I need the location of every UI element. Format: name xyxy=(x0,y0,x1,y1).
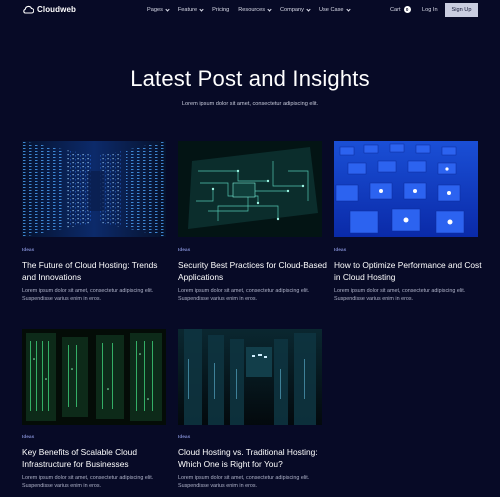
menu-item-resources[interactable]: Resources xyxy=(238,6,272,13)
chevron-down-icon xyxy=(267,6,272,12)
login-link[interactable]: Log In xyxy=(422,7,438,13)
post-category: Ideas xyxy=(334,248,347,253)
post-category: Ideas xyxy=(178,435,191,440)
menu-item-feature[interactable]: Feature xyxy=(177,6,204,13)
menu-item-label: Feature xyxy=(177,7,198,13)
post-card[interactable]: Ideas How to Optimize Performance and Co… xyxy=(334,141,482,306)
post-image-circuit-board xyxy=(178,141,322,237)
post-card[interactable]: Ideas Key Benefits of Scalable Cloud Inf… xyxy=(22,329,166,497)
post-category: Ideas xyxy=(22,248,35,253)
menu-item-company[interactable]: Company xyxy=(280,6,311,13)
chevron-down-icon xyxy=(345,6,351,12)
post-image-server-racks xyxy=(22,141,166,237)
brand-logo[interactable]: Cloudweb xyxy=(22,5,76,14)
chevron-down-icon xyxy=(306,6,311,12)
post-image-data-center xyxy=(178,329,322,425)
menu-item-label: Pricing xyxy=(212,7,230,13)
cart-count-badge: 0 xyxy=(403,6,411,13)
menu-item-pages[interactable]: Pages xyxy=(147,6,170,13)
chevron-down-icon xyxy=(199,6,204,12)
post-category: Ideas xyxy=(22,435,35,440)
post-card[interactable]: Ideas Cloud Hosting vs. Traditional Host… xyxy=(178,329,322,497)
post-title[interactable]: Key Benefits of Scalable Cloud Infrastru… xyxy=(22,446,172,470)
chevron-down-icon xyxy=(165,6,170,12)
menu-item-label: Use Case xyxy=(318,7,344,13)
top-navigation: Cloudweb Pages Feature Pricing Resources… xyxy=(0,0,500,22)
main-menu: Pages Feature Pricing Resources Company … xyxy=(147,6,359,13)
menu-item-pricing[interactable]: Pricing xyxy=(212,7,229,13)
brand-name: Cloudweb xyxy=(37,5,77,14)
page-title: Latest Post and Insights xyxy=(130,66,370,91)
post-image-server-racks-green xyxy=(22,329,166,425)
post-title[interactable]: How to Optimize Performance and Cost in … xyxy=(334,259,484,283)
post-title[interactable]: The Future of Cloud Hosting: Trends and … xyxy=(22,259,172,283)
post-excerpt: Lorem ipsum dolor sit amet, consectetur … xyxy=(22,475,154,490)
post-image-blue-cubes xyxy=(334,141,478,237)
menu-item-label: Pages xyxy=(147,7,163,13)
cart-label: Cart xyxy=(390,6,401,13)
cart-link[interactable]: Cart 0 xyxy=(390,6,411,13)
post-card[interactable]: Ideas The Future of Cloud Hosting: Trend… xyxy=(22,141,166,306)
post-excerpt: Lorem ipsum dolor sit amet, consectetur … xyxy=(22,288,154,303)
menu-item-label: Resources xyxy=(238,7,266,13)
cloud-icon xyxy=(23,5,34,14)
page-subtitle: Lorem ipsum dolor sit amet, consectetur … xyxy=(181,101,319,107)
post-excerpt: Lorem ipsum dolor sit amet, consectetur … xyxy=(178,475,310,490)
post-card[interactable]: Ideas Security Best Practices for Cloud-… xyxy=(178,141,327,306)
menu-item-use-case[interactable]: Use Case xyxy=(318,6,351,13)
post-excerpt: Lorem ipsum dolor sit amet, consectetur … xyxy=(334,288,466,303)
post-title[interactable]: Cloud Hosting vs. Traditional Hosting: W… xyxy=(178,446,328,470)
post-excerpt: Lorem ipsum dolor sit amet, consectetur … xyxy=(178,288,310,303)
menu-item-label: Company xyxy=(280,7,304,13)
post-category: Ideas xyxy=(178,248,191,253)
post-title[interactable]: Security Best Practices for Cloud-Based … xyxy=(178,259,328,283)
signup-button[interactable]: Sign Up xyxy=(445,3,478,17)
